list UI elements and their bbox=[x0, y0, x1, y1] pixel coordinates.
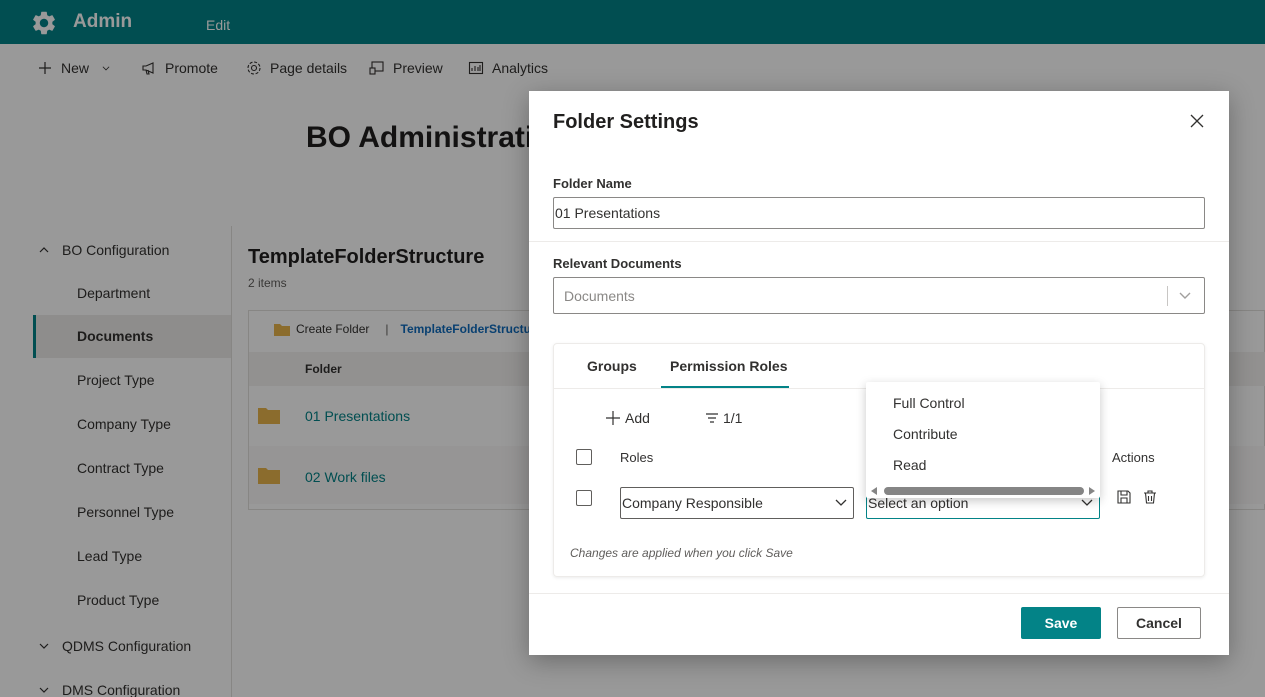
column-roles: Roles bbox=[620, 450, 654, 465]
add-label: Add bbox=[625, 410, 650, 426]
option-contribute[interactable]: Contribute bbox=[893, 426, 958, 442]
scroll-right-icon[interactable] bbox=[1089, 487, 1095, 495]
documents-placeholder: Documents bbox=[564, 288, 635, 304]
filter-count: 1/1 bbox=[723, 410, 743, 426]
column-actions: Actions bbox=[1112, 450, 1155, 465]
filter-button[interactable]: 1/1 bbox=[705, 410, 742, 426]
add-button[interactable]: Add bbox=[605, 410, 650, 426]
divider bbox=[529, 593, 1229, 594]
filter-icon bbox=[706, 413, 718, 423]
relevant-documents-select[interactable]: Documents bbox=[553, 277, 1205, 314]
horizontal-scrollbar[interactable] bbox=[870, 486, 1096, 496]
save-icon[interactable] bbox=[1116, 489, 1132, 505]
plus-icon bbox=[606, 411, 620, 425]
folder-name-label: Folder Name bbox=[553, 176, 632, 191]
role-value: Company Responsible bbox=[622, 495, 763, 511]
select-all-checkbox[interactable] bbox=[576, 449, 592, 465]
folder-name-input[interactable]: 01 Presentations bbox=[553, 197, 1205, 229]
row-checkbox[interactable] bbox=[576, 490, 592, 506]
chevron-down-icon bbox=[835, 499, 847, 506]
tab-permission-roles[interactable]: Permission Roles bbox=[670, 358, 788, 374]
role-select[interactable]: Company Responsible bbox=[620, 487, 854, 519]
tab-groups[interactable]: Groups bbox=[587, 358, 637, 374]
save-hint: Changes are applied when you click Save bbox=[570, 546, 793, 560]
option-full-control[interactable]: Full Control bbox=[893, 395, 965, 411]
chevron-down-icon bbox=[1081, 499, 1093, 506]
scroll-left-icon[interactable] bbox=[871, 487, 877, 495]
scrollbar-thumb[interactable] bbox=[884, 487, 1084, 495]
cancel-button[interactable]: Cancel bbox=[1117, 607, 1201, 639]
chevron-down-icon[interactable] bbox=[1178, 290, 1192, 302]
divider bbox=[529, 241, 1229, 242]
close-icon[interactable] bbox=[1187, 111, 1207, 131]
permission-options-listbox: Full Control Contribute Read bbox=[866, 382, 1100, 498]
relevant-documents-label: Relevant Documents bbox=[553, 256, 682, 271]
delete-icon[interactable] bbox=[1142, 489, 1158, 505]
divider bbox=[1167, 286, 1168, 306]
option-read[interactable]: Read bbox=[893, 457, 926, 473]
save-button[interactable]: Save bbox=[1021, 607, 1101, 639]
folder-settings-dialog: Folder Settings Folder Name 01 Presentat… bbox=[529, 91, 1229, 655]
dialog-title: Folder Settings bbox=[553, 111, 699, 133]
